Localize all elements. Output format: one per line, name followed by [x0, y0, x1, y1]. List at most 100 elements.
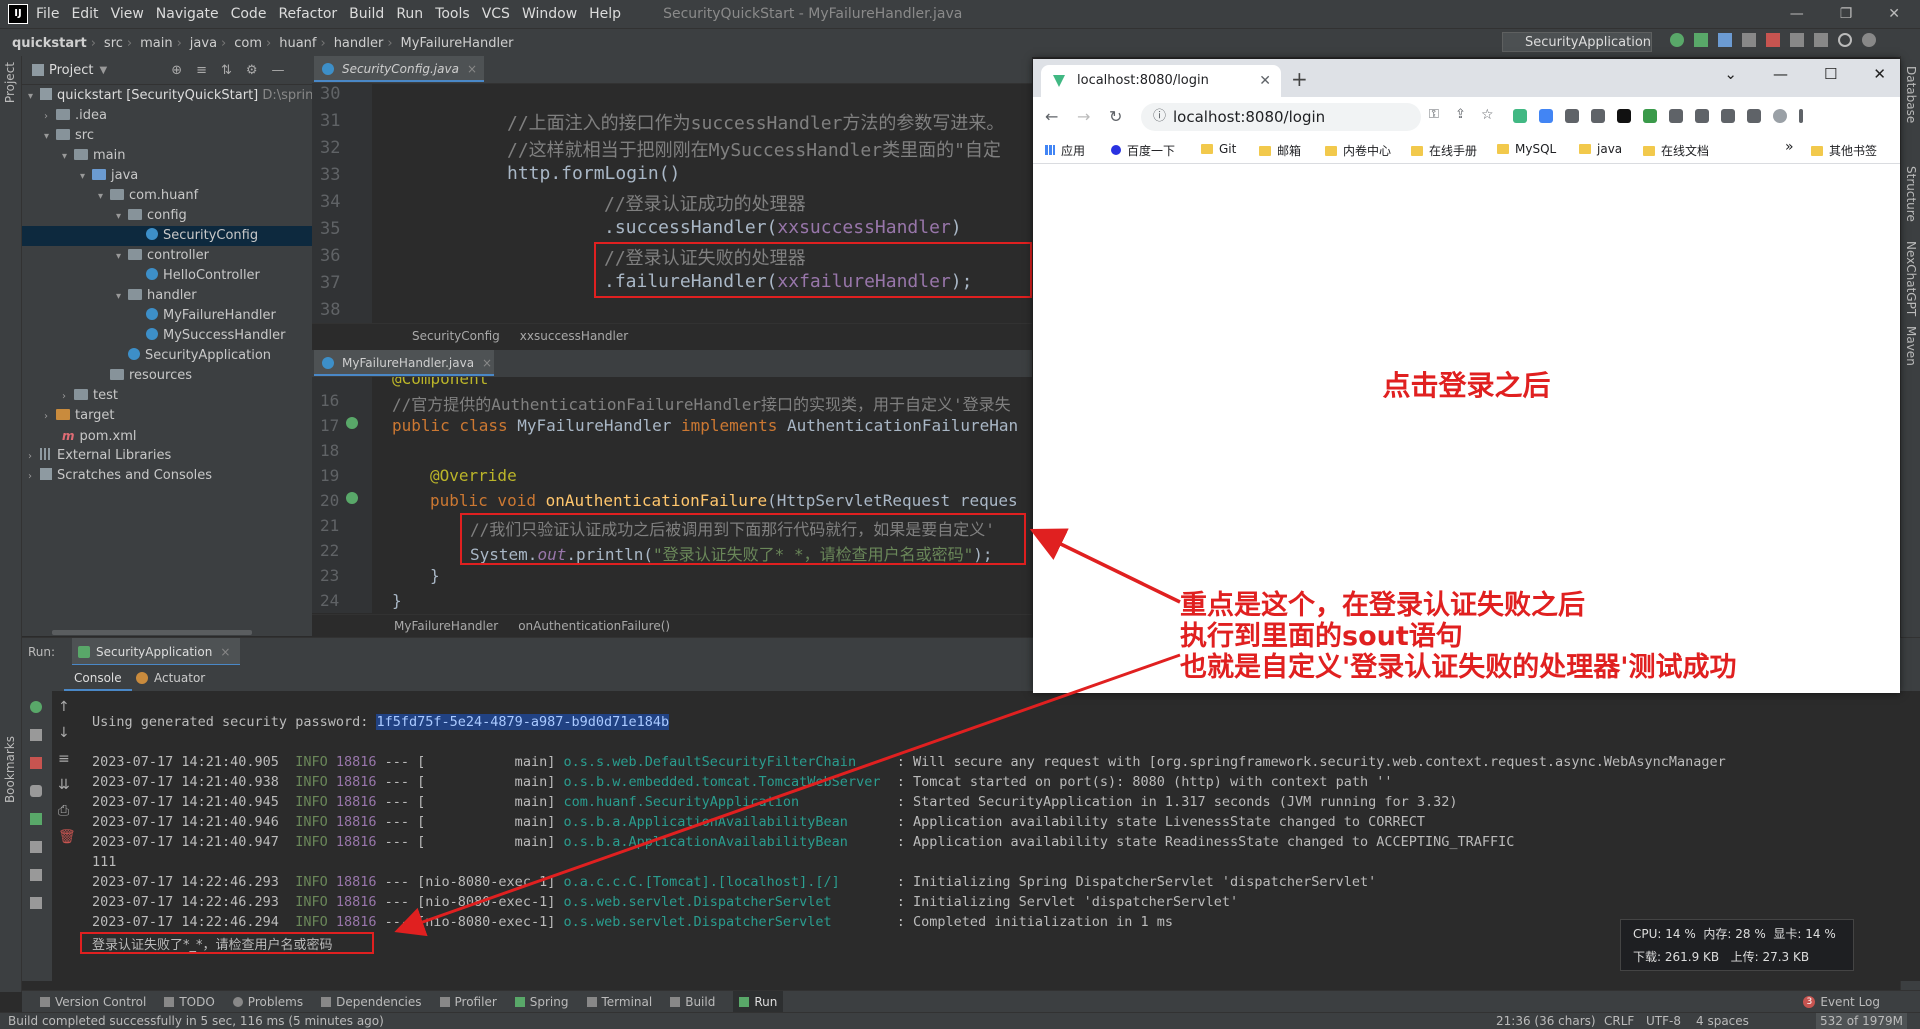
camera-icon[interactable]	[30, 785, 42, 797]
menu-tools[interactable]: Tools	[435, 6, 470, 22]
project-horizontal-scrollbar[interactable]	[52, 630, 252, 635]
breadcrumb-handler[interactable]: handler	[334, 36, 384, 51]
translate-icon[interactable]	[1814, 33, 1828, 47]
run-config-tab[interactable]: SecurityApplication ×	[72, 638, 241, 666]
tree-item-src[interactable]: ▾ src	[44, 126, 94, 146]
tree-item-mysuccesshandler[interactable]: MySuccessHandler	[146, 326, 285, 346]
bookmark-java[interactable]: java	[1579, 142, 1622, 156]
indent-setting[interactable]: 4 spaces	[1696, 1013, 1749, 1029]
memory-indicator[interactable]: 532 of 1979M	[1816, 1013, 1907, 1029]
crumb-securityconfig[interactable]: SecurityConfig	[412, 329, 500, 343]
vcs-icon[interactable]	[1790, 33, 1804, 47]
project-toolbar-icons[interactable]: ⊕≡⇅⚙—	[171, 63, 298, 78]
extension-icon[interactable]	[1513, 109, 1527, 123]
project-tool-button[interactable]: Project	[3, 62, 17, 103]
extension-icon[interactable]	[1617, 109, 1631, 123]
line-separator[interactable]: CRLF	[1604, 1013, 1634, 1029]
tree-item-hellocontroller[interactable]: HelloController	[146, 266, 260, 286]
layout-icon[interactable]	[30, 869, 42, 881]
breadcrumb-main[interactable]: main	[140, 36, 172, 51]
bookmark-star-icon[interactable]: ☆	[1481, 107, 1494, 123]
tool-profiler[interactable]: Profiler	[439, 995, 497, 1009]
tree-item-securityapplication[interactable]: SecurityApplication	[128, 346, 271, 366]
wrench-icon[interactable]	[30, 729, 42, 741]
tool-terminal[interactable]: Terminal	[586, 995, 652, 1009]
rerun-icon[interactable]	[30, 701, 42, 713]
database-tool-button[interactable]: Database	[1904, 66, 1918, 123]
share-icon[interactable]: ⇪	[1455, 107, 1466, 122]
tree-item-controller[interactable]: ▾ controller	[116, 246, 209, 266]
close-icon[interactable]: ✕	[1888, 6, 1900, 22]
tree-item-idea[interactable]: › .idea	[44, 106, 107, 126]
tree-item-external-libraries[interactable]: › External Libraries	[28, 446, 171, 466]
extension-icon[interactable]	[1539, 109, 1553, 123]
breadcrumb-huanf[interactable]: huanf	[279, 36, 316, 51]
bookmarks-overflow-icon[interactable]: »	[1785, 139, 1794, 155]
extension-icon[interactable]	[1565, 109, 1579, 123]
tree-item-main[interactable]: ▾ main	[62, 146, 125, 166]
puzzle-icon[interactable]	[1695, 109, 1709, 123]
tree-item-test[interactable]: › test	[62, 386, 118, 406]
tab-actuator[interactable]: Actuator	[130, 665, 215, 691]
tree-item-quickstart[interactable]: ▾ quickstart [SecurityQuickStart] D:\spri…	[28, 86, 328, 106]
tab-search-icon[interactable]: ⌄	[1724, 65, 1737, 83]
bean-gutter-icon[interactable]	[346, 417, 358, 429]
site-info-icon[interactable]: ⓘ	[1153, 103, 1166, 131]
menu-run[interactable]: Run	[396, 6, 423, 22]
project-panel-title[interactable]: Project	[49, 63, 93, 78]
close-tab-icon[interactable]: ×	[467, 62, 477, 76]
menu-edit[interactable]: Edit	[71, 6, 98, 22]
exit-icon[interactable]	[30, 841, 42, 853]
debug-icon[interactable]	[1694, 33, 1708, 47]
tree-item-config[interactable]: ▾ config	[116, 206, 187, 226]
breadcrumb-project[interactable]: quickstart	[12, 36, 87, 51]
menu-help[interactable]: Help	[589, 6, 621, 22]
menu-build[interactable]: Build	[349, 6, 384, 22]
rerun-icon[interactable]	[1670, 33, 1684, 47]
tree-item-securityconfig[interactable]: SecurityConfig	[146, 226, 258, 246]
editor1-content[interactable]: 30 31 32 33 34 35 36 37 38 //上面注入的接口作为su…	[312, 84, 1032, 323]
tree-item-target[interactable]: › target	[44, 406, 115, 426]
profile-icon[interactable]	[1742, 33, 1756, 47]
scroll-to-end-icon[interactable]: ⇊	[58, 777, 70, 793]
tab-securityconfig[interactable]: SecurityConfig.java ×	[314, 56, 484, 82]
tool-build[interactable]: Build	[670, 995, 715, 1009]
bookmark-apps[interactable]: 应用	[1045, 142, 1085, 159]
bookmark-mysql[interactable]: MySQL	[1497, 142, 1556, 156]
tree-item-resources[interactable]: resources	[98, 366, 192, 386]
tool-event-log[interactable]: 3 Event Log	[1803, 995, 1880, 1009]
stop-icon[interactable]	[1766, 33, 1780, 47]
bookmarks-tool-button[interactable]: Bookmarks	[3, 736, 17, 803]
breadcrumb-java[interactable]: java	[190, 36, 217, 51]
menu-window[interactable]: Window	[522, 6, 577, 22]
menu-code[interactable]: Code	[231, 6, 267, 22]
back-arrow-icon[interactable]: ←	[1045, 107, 1058, 126]
bookmark-manual[interactable]: 在线手册	[1411, 142, 1477, 159]
crumb-myfailurehandler[interactable]: MyFailureHandler	[394, 619, 498, 633]
menu-vcs[interactable]: VCS	[482, 6, 510, 22]
debug-icon[interactable]	[30, 813, 42, 825]
new-tab-button[interactable]: +	[1291, 67, 1308, 91]
menu-navigate[interactable]: Navigate	[156, 6, 219, 22]
tree-item-handler[interactable]: ▾ handler	[116, 286, 197, 306]
menu-view[interactable]: View	[111, 6, 144, 22]
tool-spring[interactable]: Spring	[514, 995, 569, 1009]
tree-item-com-huanf[interactable]: ▾ com.huanf	[98, 186, 198, 206]
bookmark-mail[interactable]: 邮箱	[1259, 142, 1301, 159]
more-menu-icon[interactable]	[1799, 109, 1803, 123]
tool-dependencies[interactable]: Dependencies	[321, 995, 422, 1009]
maximize-icon[interactable]: ☐	[1824, 65, 1837, 83]
tool-problems[interactable]: Problems	[232, 995, 303, 1009]
stop-icon[interactable]	[30, 757, 42, 769]
breadcrumb-src[interactable]: src	[104, 36, 123, 51]
editor2-content[interactable]: 16 17 18 19 20 21 22 23 24 @Component //…	[312, 377, 1032, 613]
reload-icon[interactable]: ↻	[1109, 107, 1122, 126]
extension-icon[interactable]	[1669, 109, 1683, 123]
bookmark-neijuan[interactable]: 内卷中心	[1325, 142, 1391, 159]
close-icon[interactable]: ✕	[1873, 65, 1886, 83]
avatar[interactable]	[1773, 109, 1787, 123]
extension-icon[interactable]	[1591, 109, 1605, 123]
tool-run[interactable]: Run	[733, 991, 784, 1013]
tree-item-myfailurehandler[interactable]: MyFailureHandler	[146, 306, 276, 326]
menu-file[interactable]: File	[36, 6, 59, 22]
